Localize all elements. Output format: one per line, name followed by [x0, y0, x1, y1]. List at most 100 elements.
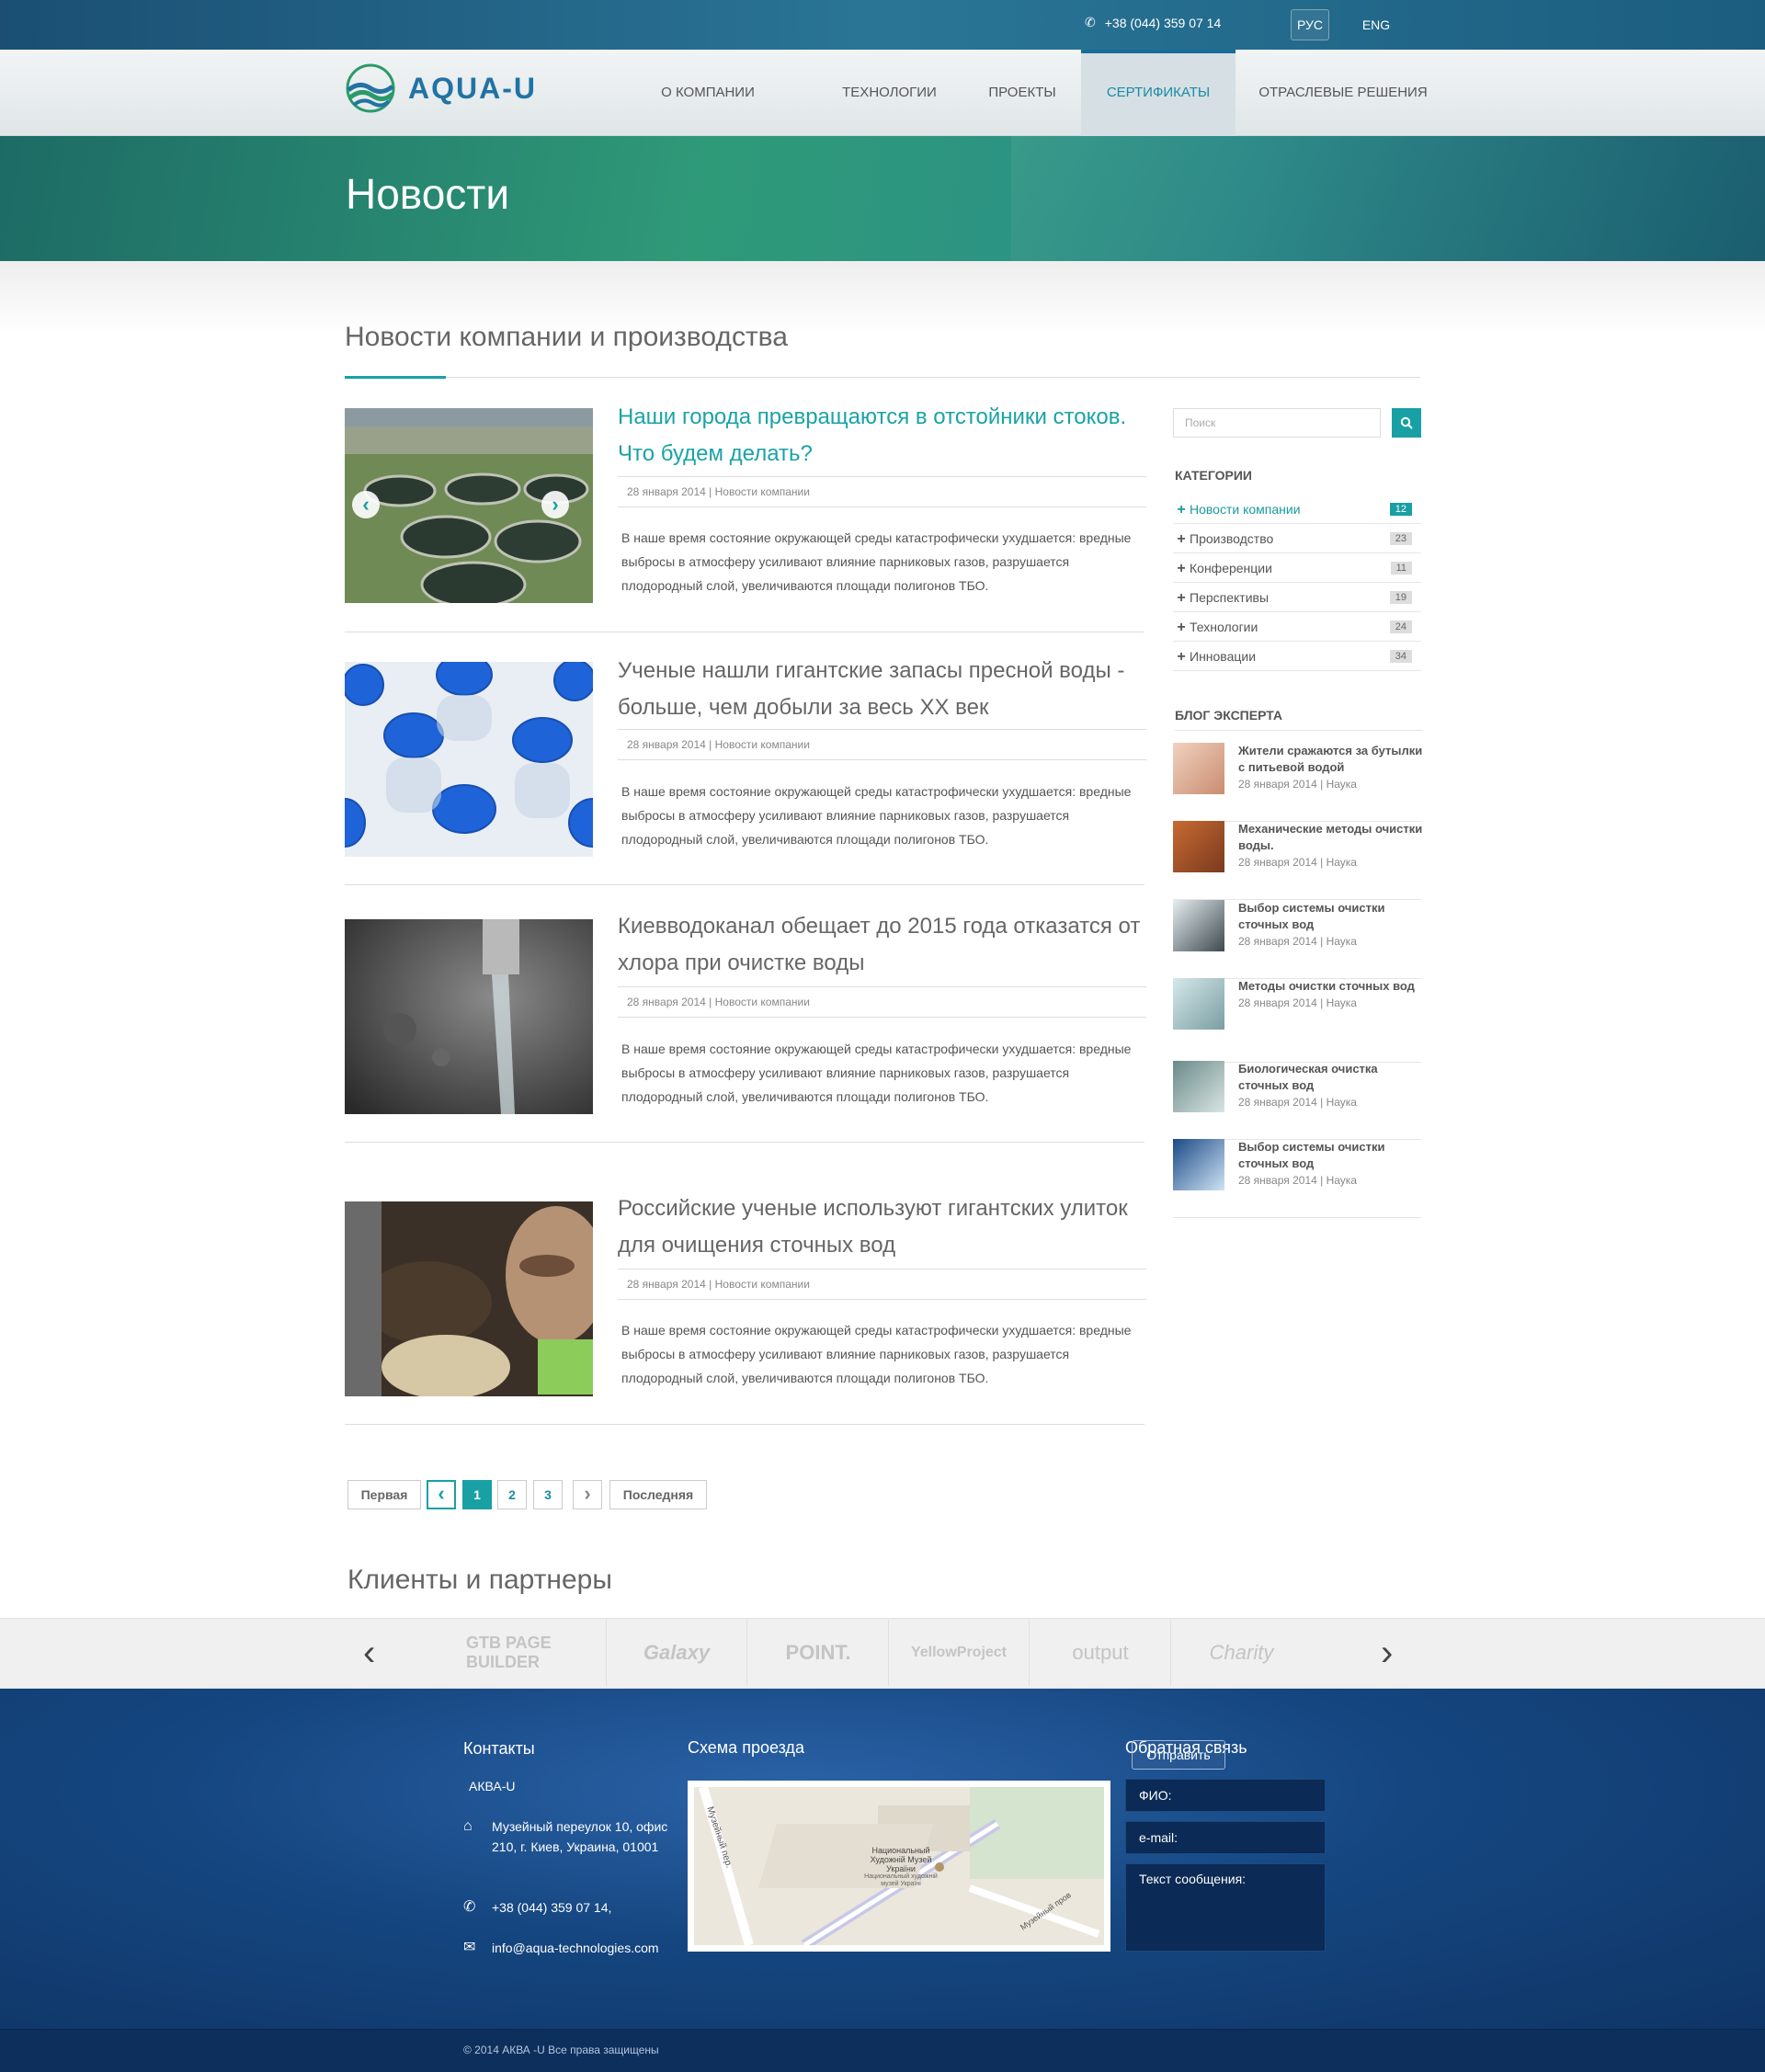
feedback-email-field[interactable]: e-mail:	[1125, 1821, 1326, 1854]
article-title[interactable]: Наши города превращаются в отстойники ст…	[618, 399, 1151, 472]
category-item[interactable]: + Технологии 24	[1173, 612, 1421, 642]
blog-item[interactable]: Выбор системы очистки сточных вод 28 янв…	[1173, 900, 1421, 979]
clients-next-arrow[interactable]: ›	[1381, 1633, 1393, 1674]
article-title[interactable]: Российские ученые используют гигантских …	[618, 1190, 1151, 1264]
footer-email[interactable]: info@aqua-technologies.com	[492, 1938, 659, 1958]
sidebar-search-input[interactable]: Поиск	[1173, 408, 1381, 438]
article-category[interactable]: Новости компании	[715, 996, 810, 1008]
article-image-water-tap[interactable]	[345, 919, 593, 1114]
article-excerpt: В наше время состояние окружающей среды …	[621, 1042, 1132, 1104]
blog-title: Выбор системы очистки сточных вод	[1238, 901, 1385, 931]
header-phone[interactable]: ✆ +38 (044) 359 07 14	[1085, 15, 1221, 30]
blog-thumb	[1173, 821, 1224, 872]
category-count: 34	[1389, 650, 1412, 663]
site-logo[interactable]: AQUA-U	[346, 63, 537, 114]
footer-address: Музейный переулок 10, офис 210, г. Киев,…	[492, 1819, 668, 1854]
top-bar	[0, 0, 1765, 50]
article-image-snail[interactable]	[345, 1201, 593, 1396]
footer-contacts-title: Контакты	[463, 1739, 535, 1758]
header-phone-text: +38 (044) 359 07 14	[1104, 15, 1222, 30]
nav-item-technologies[interactable]: ТЕХНОЛОГИИ	[827, 50, 951, 136]
article-image-next-arrow[interactable]: ›	[541, 491, 569, 518]
blog-thumb	[1173, 1139, 1224, 1190]
blog-meta: 28 января 2014 | Наука	[1238, 996, 1357, 1009]
meta-separator: |	[709, 485, 712, 498]
plus-icon: +	[1177, 561, 1186, 576]
nav-item-certificates[interactable]: СЕРТИФИКАТЫ	[1081, 50, 1236, 136]
pagination-last[interactable]: Последняя	[609, 1480, 707, 1509]
map-pin-icon	[935, 1862, 944, 1872]
plus-icon: +	[1177, 620, 1186, 635]
blog-title: Механические методы очистки воды.	[1238, 822, 1423, 852]
category-item[interactable]: + Конференции 11	[1173, 553, 1421, 583]
feedback-message-field[interactable]: Текст сообщения:	[1125, 1863, 1326, 1952]
client-logo[interactable]: POINT.	[748, 1620, 889, 1686]
nav-item-industry-solutions[interactable]: ОТРАСЛЕВЫЕ РЕШЕНИЯ	[1256, 50, 1430, 136]
blog-title: Жители сражаются за бутылки с питьевой в…	[1238, 744, 1423, 774]
feedback-send-button[interactable]: Отправить	[1132, 1740, 1225, 1770]
lang-ru-button[interactable]: РУС	[1291, 9, 1329, 40]
article-category[interactable]: Новости компании	[715, 1278, 810, 1291]
article-meta: 28 января 2014 | Новости компании	[618, 729, 1146, 760]
lang-en-button[interactable]: ENG	[1357, 9, 1395, 40]
article-category[interactable]: Новости компании	[715, 485, 810, 498]
category-label: Новости компании	[1190, 502, 1301, 517]
footer-map[interactable]: Музейный пер. Национальный Художній Музе…	[688, 1781, 1110, 1952]
blog-item[interactable]: Методы очистки сточных вод 28 января 201…	[1173, 978, 1421, 1063]
article-date: 28 января 2014	[627, 996, 706, 1008]
client-logo[interactable]: GTB PAGE BUILDER	[466, 1620, 607, 1686]
categories-heading: КАТЕГОРИИ	[1175, 468, 1252, 483]
nav-item-projects[interactable]: ПРОЕКТЫ	[976, 50, 1068, 136]
article-title[interactable]: Киевводоканал обещает до 2015 года отказ…	[618, 908, 1151, 982]
map-label: Национальный художній музей Україні	[864, 1873, 938, 1887]
pagination-page-1[interactable]: 1	[462, 1480, 492, 1509]
article-title[interactable]: Ученые нашли гигантские запасы пресной в…	[618, 653, 1151, 726]
page-title: Новости	[346, 170, 510, 218]
article-excerpt: В наше время состояние окружающей среды …	[621, 530, 1132, 593]
article-date: 28 января 2014	[627, 738, 706, 751]
blog-item[interactable]: Биологическая очистка сточных вод 28 янв…	[1173, 1061, 1421, 1140]
pagination-first[interactable]: Первая	[347, 1480, 421, 1509]
blog-item[interactable]: Жители сражаются за бутылки с питьевой в…	[1173, 743, 1422, 822]
client-logo[interactable]: Galaxy	[607, 1620, 747, 1686]
hero-shade	[1011, 136, 1765, 261]
article-meta: 28 января 2014 | Новости компании	[618, 1269, 1146, 1300]
plus-icon: +	[1177, 649, 1186, 665]
category-item[interactable]: + Инновации 34	[1173, 642, 1421, 671]
article-image-prev-arrow[interactable]: ‹	[352, 491, 380, 518]
nav-item-about[interactable]: О КОМПАНИИ	[643, 50, 772, 136]
category-item[interactable]: + Новости компании 12	[1173, 495, 1421, 524]
blog-meta: 28 января 2014 | Наука	[1238, 1174, 1357, 1187]
blog-title: Методы очистки сточных вод	[1238, 979, 1415, 993]
pagination-next[interactable]: ›	[573, 1480, 602, 1509]
feedback-name-field[interactable]: ФИО:	[1125, 1779, 1326, 1812]
clients-prev-arrow[interactable]: ‹	[363, 1633, 375, 1674]
pagination-page-3[interactable]: 3	[533, 1480, 563, 1509]
category-label: Производство	[1190, 531, 1274, 546]
article-image-treatment-plant[interactable]: ‹ ›	[345, 408, 593, 603]
plus-icon: +	[1177, 531, 1186, 547]
category-item[interactable]: + Перспективы 19	[1173, 583, 1421, 612]
blog-meta: 28 января 2014 | Наука	[1238, 1096, 1357, 1109]
blog-thumb	[1173, 743, 1224, 794]
pagination-prev[interactable]: ‹	[427, 1480, 456, 1509]
clients-title: Клиенты и партнеры	[347, 1565, 612, 1595]
client-logo[interactable]: Charity	[1171, 1620, 1312, 1686]
search-icon	[1400, 416, 1413, 429]
client-logo[interactable]: YellowProject	[889, 1620, 1030, 1686]
client-logo[interactable]: output	[1031, 1620, 1171, 1686]
section-divider	[345, 377, 1420, 378]
article-separator	[345, 884, 1144, 885]
article-image-water-bottles[interactable]	[345, 662, 593, 857]
search-button[interactable]	[1392, 408, 1421, 438]
article-date: 28 января 2014	[627, 485, 706, 498]
category-item[interactable]: + Производство 23	[1173, 524, 1421, 553]
logo-wave-icon	[346, 63, 395, 113]
meta-separator: |	[709, 996, 712, 1008]
footer-phone: +38 (044) 359 07 14,	[492, 1900, 612, 1915]
article-excerpt: В наше время состояние окружающей среды …	[621, 784, 1132, 847]
blog-item[interactable]: Выбор системы очистки сточных вод 28 янв…	[1173, 1139, 1421, 1218]
article-category[interactable]: Новости компании	[715, 738, 810, 751]
blog-item[interactable]: Механические методы очистки воды. 28 янв…	[1173, 821, 1422, 900]
pagination-page-2[interactable]: 2	[497, 1480, 527, 1509]
